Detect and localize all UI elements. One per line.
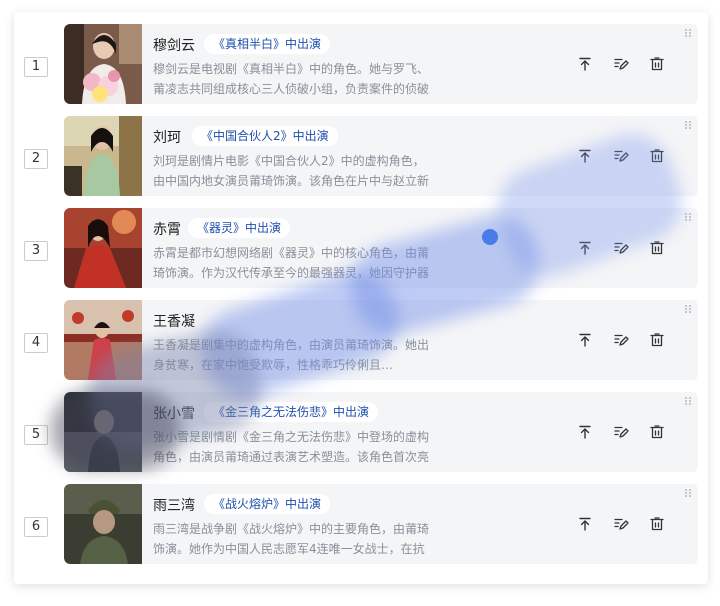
pin-top-icon[interactable]: [577, 148, 593, 164]
role-name: 穆剑云: [153, 38, 195, 54]
drag-handle-icon[interactable]: [684, 304, 692, 314]
role-thumbnail: [64, 484, 142, 564]
edit-icon[interactable]: [613, 148, 629, 164]
delete-icon[interactable]: [649, 516, 665, 532]
row-actions: [549, 232, 689, 264]
pin-top-icon[interactable]: [577, 424, 593, 440]
rank-number: 1: [24, 57, 48, 77]
role-name: 雨三湾: [153, 498, 195, 514]
edit-icon[interactable]: [613, 424, 629, 440]
pin-top-icon[interactable]: [577, 332, 593, 348]
role-name: 张小雪: [153, 406, 195, 422]
role-card[interactable]: 王香凝 王香凝是剧集中的虚构角色，由演员莆琦饰演。她出身贫寒，在家中饱受欺辱，性…: [64, 300, 698, 380]
rank-number: 3: [24, 241, 48, 261]
rank-number: 5: [24, 425, 48, 445]
rank-number: 6: [24, 517, 48, 537]
role-description: 王香凝是剧集中的虚构角色，由演员莆琦饰演。她出身贫寒，在家中饱受欺辱，性格乖巧伶…: [153, 338, 430, 372]
role-drama-tag[interactable]: 《战火熔炉》中出演: [204, 494, 331, 514]
delete-icon[interactable]: [649, 148, 665, 164]
pin-top-icon[interactable]: [577, 240, 593, 256]
delete-icon[interactable]: [649, 240, 665, 256]
role-drama-tag[interactable]: 《中国合伙人2》中出演: [192, 126, 338, 146]
pin-top-icon[interactable]: [577, 516, 593, 532]
pin-top-icon[interactable]: [577, 56, 593, 72]
role-name: 赤霄: [153, 222, 181, 238]
delete-icon[interactable]: [649, 424, 665, 440]
role-thumbnail: [64, 208, 142, 288]
role-description: 穆剑云是电视剧《真相半白》中的角色。她与罗飞、莆凌志共同组成核心三人侦破小组，负…: [153, 62, 430, 96]
list-item: 1 穆剑云 《真相半白》中出演 穆剑云是电视剧《真相半白》中的角色。她与罗飞、莆…: [14, 24, 708, 104]
role-description: 赤霄是都市幻想网络剧《器灵》中的核心角色，由莆琦饰演。作为汉代传承至今的最强器灵…: [153, 246, 430, 280]
row-actions: [549, 324, 689, 356]
list-item: 5 张小雪 《金三角之无法伤悲》中出演 张小雪是剧情剧《金三角之无法伤悲》中登场…: [14, 392, 708, 472]
drag-handle-icon[interactable]: [684, 28, 692, 38]
list-item: 3 赤霄 《器灵》中出演 赤霄是都市幻想网络剧《器灵》中的核心角色，由莆琦饰演。…: [14, 208, 708, 288]
edit-icon[interactable]: [613, 240, 629, 256]
role-description: 刘珂是剧情片电影《中国合伙人2》中的虚构角色，由中国内地女演员莆琦饰演。该角色在…: [153, 154, 430, 188]
role-name: 王香凝: [153, 314, 195, 330]
rank-number: 4: [24, 333, 48, 353]
role-drama-tag[interactable]: 《器灵》中出演: [188, 218, 291, 238]
role-description: 雨三湾是战争剧《战火熔炉》中的主要角色，由莆琦饰演。她作为中国人民志愿军4连唯一…: [153, 522, 430, 556]
role-drama-tag[interactable]: 《金三角之无法伤悲》中出演: [204, 402, 379, 422]
role-card[interactable]: 赤霄 《器灵》中出演 赤霄是都市幻想网络剧《器灵》中的核心角色，由莆琦饰演。作为…: [64, 208, 698, 288]
drag-handle-icon[interactable]: [684, 212, 692, 222]
delete-icon[interactable]: [649, 56, 665, 72]
role-name: 刘珂: [153, 130, 181, 146]
drag-handle-icon[interactable]: [684, 488, 692, 498]
list-item: 4 王香凝 王香凝是剧集中的虚构角色，由演员莆琦饰演。她出身贫寒，在家中饱受欺辱…: [14, 300, 708, 380]
role-card[interactable]: 穆剑云 《真相半白》中出演 穆剑云是电视剧《真相半白》中的角色。她与罗飞、莆凌志…: [64, 24, 698, 104]
drag-handle-icon[interactable]: [684, 120, 692, 130]
delete-icon[interactable]: [649, 332, 665, 348]
list-item: 2 刘珂 《中国合伙人2》中出演 刘珂是剧情片电影《中国合伙人2》中的虚构角色，…: [14, 116, 708, 196]
row-actions: [549, 140, 689, 172]
role-card[interactable]: 雨三湾 《战火熔炉》中出演 雨三湾是战争剧《战火熔炉》中的主要角色，由莆琦饰演。…: [64, 484, 698, 564]
drag-handle-icon[interactable]: [684, 396, 692, 406]
row-actions: [549, 416, 689, 448]
role-description: 张小雪是剧情剧《金三角之无法伤悲》中登场的虚构角色，由演员莆琦通过表演艺术塑造。…: [153, 430, 430, 464]
role-thumbnail: [64, 300, 142, 380]
row-actions: [549, 48, 689, 80]
role-card[interactable]: 张小雪 《金三角之无法伤悲》中出演 张小雪是剧情剧《金三角之无法伤悲》中登场的虚…: [64, 392, 698, 472]
edit-icon[interactable]: [613, 56, 629, 72]
edit-icon[interactable]: [613, 516, 629, 532]
role-thumbnail: [64, 392, 142, 472]
list-item: 6 雨三湾 《战火熔炉》中出演 雨三湾是战争剧《战火熔炉》中的主要角色，由莆琦饰…: [14, 484, 708, 564]
role-thumbnail: [64, 24, 142, 104]
role-card[interactable]: 刘珂 《中国合伙人2》中出演 刘珂是剧情片电影《中国合伙人2》中的虚构角色，由中…: [64, 116, 698, 196]
row-actions: [549, 508, 689, 540]
role-list-panel: 1 穆剑云 《真相半白》中出演 穆剑云是电视剧《真相半白》中的角色。她与罗飞、莆…: [14, 12, 708, 584]
role-drama-tag[interactable]: 《真相半白》中出演: [204, 34, 331, 54]
rank-number: 2: [24, 149, 48, 169]
edit-icon[interactable]: [613, 332, 629, 348]
role-thumbnail: [64, 116, 142, 196]
